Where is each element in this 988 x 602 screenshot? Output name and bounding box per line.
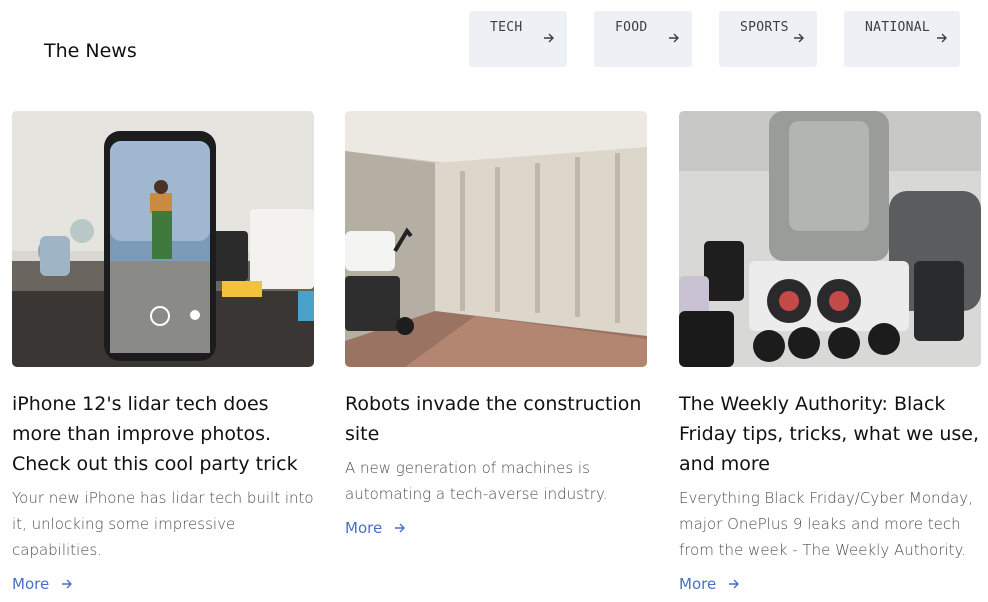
arrow-right-icon — [937, 33, 947, 43]
article-title[interactable]: iPhone 12's lidar tech does more than im… — [12, 389, 314, 479]
category-national-button[interactable]: NATIONAL — [844, 11, 960, 67]
article-image-construction-robot[interactable] — [345, 111, 647, 367]
category-food-button[interactable]: FOOD — [594, 11, 692, 67]
article-description: A new generation of machines is automati… — [345, 459, 608, 503]
article-description: Everything Black Friday/Cyber Monday, ma… — [679, 489, 973, 559]
category-tech-button[interactable]: TECH — [469, 11, 567, 67]
arrow-right-icon — [729, 579, 740, 589]
more-link[interactable]: More — [12, 575, 73, 593]
more-label: More — [679, 575, 717, 593]
article-title[interactable]: Robots invade the construction site — [345, 389, 647, 449]
article-card: iPhone 12's lidar tech does more than im… — [12, 111, 314, 593]
arrow-right-icon — [395, 523, 406, 533]
category-sports-button[interactable]: SPORTS — [719, 11, 817, 67]
article-card: Robots invade the construction site A ne… — [345, 111, 647, 537]
category-label: NATIONAL — [865, 20, 931, 35]
more-label: More — [345, 519, 383, 537]
article-card: The Weekly Authority: Black Friday tips,… — [679, 111, 981, 593]
arrow-right-icon — [794, 33, 804, 43]
more-link[interactable]: More — [345, 519, 406, 537]
category-label: SPORTS — [740, 20, 789, 35]
article-image-iphone-lidar[interactable] — [12, 111, 314, 367]
article-image-gadgets-flatlay[interactable] — [679, 111, 981, 367]
more-link[interactable]: More — [679, 575, 740, 593]
category-label: TECH — [490, 20, 523, 35]
arrow-right-icon — [544, 33, 554, 43]
brand-title: The News — [44, 40, 137, 62]
article-title[interactable]: The Weekly Authority: Black Friday tips,… — [679, 389, 981, 479]
arrow-right-icon — [62, 579, 73, 589]
article-description: Your new iPhone has lidar tech built int… — [12, 489, 314, 559]
more-label: More — [12, 575, 50, 593]
category-label: FOOD — [615, 20, 648, 35]
arrow-right-icon — [669, 33, 679, 43]
